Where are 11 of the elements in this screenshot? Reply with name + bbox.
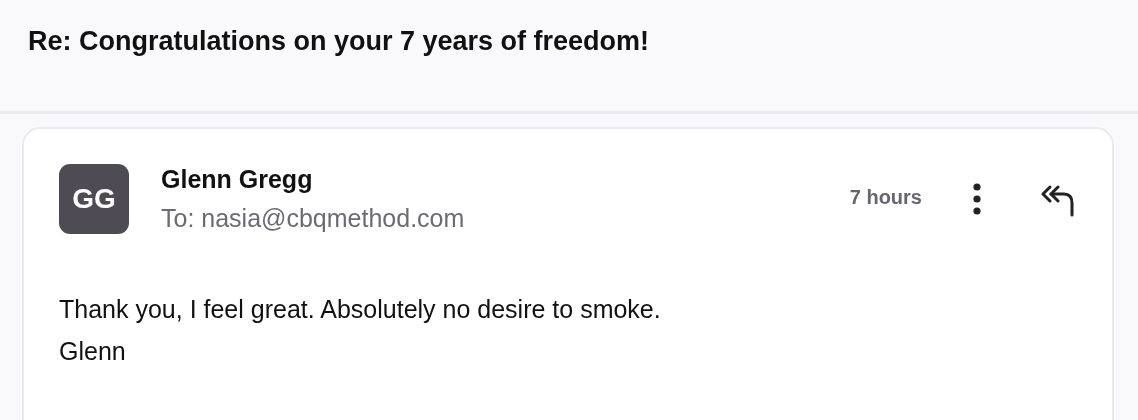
sender-name: Glenn Gregg	[161, 165, 314, 194]
email-subject: Re: Congratulations on your 7 years of freedom!	[28, 26, 650, 57]
more-options-button[interactable]	[972, 182, 982, 216]
message-text: Glenn	[59, 336, 127, 367]
avatar: GG	[59, 164, 129, 234]
reply-all-button[interactable]	[1040, 185, 1076, 217]
recipient-address: To: nasia@cbqmethod.com	[161, 204, 466, 233]
message-time: 7 hours	[849, 186, 922, 209]
message-text: Thank you, I feel great. Absolutely no desire to smoke.	[59, 294, 662, 325]
reply-all-icon	[1040, 185, 1076, 217]
more-vertical-icon	[972, 182, 982, 216]
